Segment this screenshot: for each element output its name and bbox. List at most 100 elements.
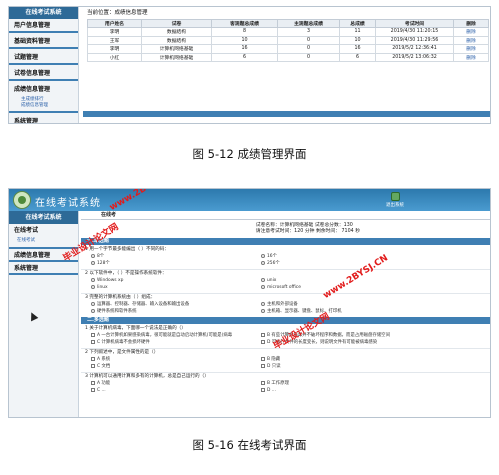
sidebar-item-questions[interactable]: 试题管理 [9,51,78,65]
radio-icon[interactable] [91,302,95,306]
answer-option[interactable]: 运算器、控制器、存储器、输入设备和输出设备 [91,302,189,308]
delete-link[interactable]: 删除 [453,52,489,62]
exam-topline: 在线考 [81,211,490,220]
answer-option[interactable]: Windows xp [91,278,123,284]
radio-icon[interactable] [91,285,95,289]
table-row: 李明 数据结构 8 3 11 2019/4/30 11:20:15 删除 [87,27,489,37]
checkbox-icon[interactable] [261,357,265,361]
answer-option[interactable]: microsoft office [261,285,301,291]
answer-option[interactable]: 主机和外部设备 [261,302,298,308]
sidebar-item-online-exam[interactable]: 在线考试 [9,224,78,237]
exit-button[interactable]: 退出系统 [386,192,404,208]
option-label: B 工作原理 [267,381,289,386]
radio-icon[interactable] [261,302,265,306]
option-label: A 一台计算机如果感染病毒，很可能就是自动启动计算机(可能是)病毒 [97,333,233,338]
cell-subjective: 0 [277,44,340,54]
checkbox-icon[interactable] [261,381,265,385]
answer-option[interactable]: unix [261,278,276,284]
answer-option[interactable]: A 一台计算机如果感染病毒，很可能就是自动启动计算机(可能是)病毒 [91,333,232,339]
sidebar-item-papers[interactable]: 试卷信息管理 [9,67,78,81]
checkbox-icon[interactable] [91,357,95,361]
checkbox-icon[interactable] [91,381,95,385]
cell-total: 16 [339,44,376,54]
answer-option[interactable]: A 功能 [91,381,110,387]
radio-icon[interactable] [91,261,95,265]
answer-option[interactable]: A 系统 [91,357,110,363]
cell-paper: 数据结构 [141,35,212,45]
option-label: unix [267,278,277,283]
option-label: microsoft office [267,285,301,290]
sidebar-title: 在线考试系统 [9,7,78,19]
option-label: Windows xp [97,278,124,283]
figure-caption-2: 图 5-16 在线考试界面 [192,438,307,452]
radio-icon[interactable] [261,309,265,313]
answer-option[interactable]: C 文档 [91,364,110,370]
cell-time: 2019/4/30 11:29:56 [375,35,454,45]
cell-objective: 8 [211,27,278,37]
checkbox-icon[interactable] [91,388,95,392]
sidebar-item-system[interactable]: 系统管理 [9,115,78,123]
col-header: 总成绩 [339,19,376,28]
radio-icon[interactable] [261,278,265,282]
answer-option[interactable]: 硬件系统和软件系统 [91,309,137,315]
answer-option[interactable]: linux [91,285,108,291]
cell-subjective: 3 [277,27,340,37]
cell-subjective: 0 [277,52,340,62]
option-label: 256个 [267,261,280,266]
delete-link[interactable]: 删除 [453,27,489,37]
answer-option[interactable]: 256个 [261,261,280,267]
checkbox-icon[interactable] [91,364,95,368]
exam-info: 试卷名称：计算机网络基础 试卷总分数：130 请注意考试时间：120 分钟 剩余… [256,223,360,235]
question-text: 3 计算机可以通用计算和多有的计算机，总是自己运行的（） [85,374,209,379]
sidebar-item-basic-data[interactable]: 基础资料管理 [9,35,78,49]
radio-icon[interactable] [261,261,265,265]
cell-total: 11 [339,27,376,37]
answer-option[interactable]: 16个 [261,254,277,260]
delete-link[interactable]: 删除 [453,44,489,54]
option-label: B 隐藏 [267,357,281,362]
sidebar-item-user-info[interactable]: 用户信息管理 [9,19,78,33]
option-label: 硬件系统和软件系统 [97,309,137,314]
cell-paper: 数据结构 [141,27,212,37]
cell-user: 小红 [87,52,142,62]
answer-option[interactable]: C ... [91,388,106,394]
cell-user: 李明 [87,27,142,37]
radio-icon[interactable] [261,254,265,258]
col-header: 删除 [453,19,489,28]
radio-icon[interactable] [91,309,95,313]
delete-link[interactable]: 删除 [453,35,489,45]
answer-option[interactable]: B 工作原理 [261,381,289,387]
answer-option[interactable]: 8个 [91,254,104,260]
option-label: D 只读 [267,364,281,369]
sidebar-title: 在线考试系统 [9,211,78,224]
table-row: 李明 计算机网络基础 16 0 16 2019/5/2 12:36:41 删除 [87,44,489,54]
divider [81,269,490,270]
answer-option[interactable]: D ... [261,388,276,394]
checkbox-icon[interactable] [261,388,265,392]
checkbox-icon[interactable] [261,340,265,344]
sidebar-item-system[interactable]: 系统管理 [9,262,78,275]
option-label: A 功能 [97,381,111,386]
app-title: 在线考试系统 [35,198,101,209]
cell-time: 2019/5/2 13:06:32 [375,52,454,62]
question-text: 1 关于计算机病毒，下面哪一个说法是正确的（） [85,326,186,331]
answer-option[interactable]: 主机箱、显示器、键盘、鼠标、打印机 [261,309,342,315]
checkbox-icon[interactable] [261,364,265,368]
sidebar-item-grades[interactable]: 成绩信息管理 [9,83,78,97]
cell-paper: 计算机网络基础 [141,44,212,54]
answer-option[interactable]: B 隐藏 [261,357,280,363]
checkbox-icon[interactable] [91,340,95,344]
divider [81,348,490,349]
figure-caption-1: 图 5-12 成绩管理界面 [192,147,307,161]
radio-icon[interactable] [91,278,95,282]
checkbox-icon[interactable] [261,333,265,337]
online-exam-screenshot: 在线考试系统 退出系统 在线考试系统 在线考试 在线考试 成绩信息管理 系统管理… [8,188,491,418]
checkbox-icon[interactable] [91,333,95,337]
answer-option[interactable]: D 只读 [261,364,281,370]
answer-option[interactable]: C 计算机病毒不会损坏硬件 [91,340,150,346]
radio-icon[interactable] [91,254,95,258]
sidebar-subitem-grade-info[interactable]: 成绩信息管理 [9,103,78,113]
radio-icon[interactable] [261,285,265,289]
answer-option[interactable]: 128个 [91,261,110,267]
exam-info-line2: 请注意考试时间：120 分钟 剩余时间： 7104 秒 [255,229,360,234]
